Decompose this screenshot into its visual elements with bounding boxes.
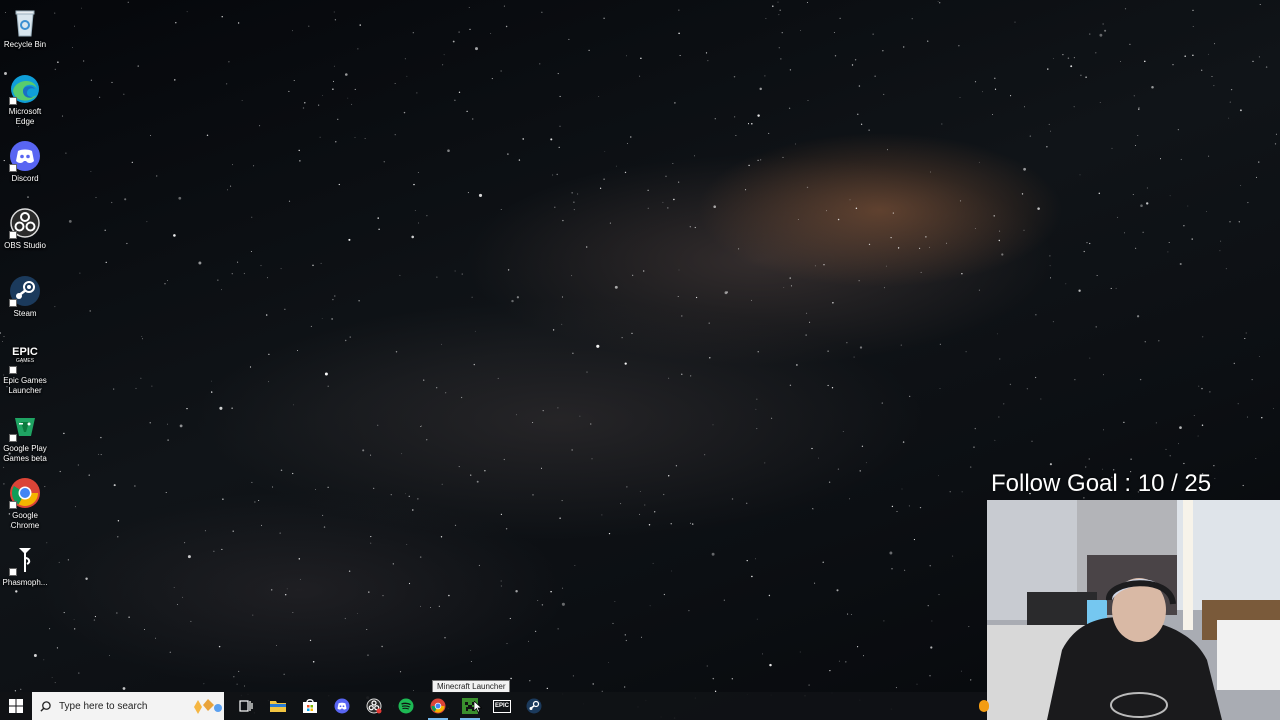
desktop-icon-edge[interactable]: Microsoft Edge	[0, 73, 50, 126]
desktop-icon-label: Epic Games Launcher	[3, 376, 47, 395]
mouse-cursor-icon	[474, 701, 482, 713]
taskbar-epic-games[interactable]: EPIC	[486, 692, 518, 720]
task-view-icon	[239, 700, 253, 712]
epic-games-glyph-text: EPIC	[12, 346, 38, 358]
taskbar-obs[interactable]	[358, 692, 390, 720]
desktop-icon-label: Steam	[13, 309, 37, 318]
windows-logo-icon	[9, 699, 23, 713]
taskbar-spotify[interactable]	[390, 692, 422, 720]
discord-icon	[334, 698, 350, 714]
desktop-icon-phasmophobia[interactable]: Phasmoph...	[0, 544, 50, 588]
chrome-icon	[430, 698, 446, 714]
desktop-icon-label: Google Chrome	[10, 511, 40, 530]
desktop-icon-chrome[interactable]: Google Chrome	[0, 477, 50, 530]
webcam-feed	[987, 500, 1280, 720]
desktop-icon-google-play-games[interactable]: Google Play Games beta	[0, 410, 50, 463]
taskbar-chrome[interactable]	[422, 692, 454, 720]
folder-icon	[270, 701, 286, 712]
taskbar-discord[interactable]	[326, 692, 358, 720]
steam-icon	[9, 275, 41, 307]
taskbar-search-box[interactable]: Type here to search	[32, 692, 224, 720]
desktop-icon-label: OBS Studio	[4, 241, 46, 250]
google-play-games-icon	[9, 410, 41, 442]
desktop-icon-label: Discord	[11, 174, 39, 183]
edge-icon	[9, 73, 41, 105]
search-highlight-icon	[194, 699, 222, 714]
follow-goal-overlay: Follow Goal : 10 / 25	[991, 470, 1212, 497]
epic-games-glyph-sub: GAMES	[15, 358, 35, 364]
taskbar-microsoft-store[interactable]	[294, 692, 326, 720]
desktop-icon-label: Google Play Games beta	[3, 444, 47, 463]
spotify-icon	[398, 698, 414, 714]
search-placeholder: Type here to search	[59, 700, 148, 712]
taskbar-task-view[interactable]	[230, 692, 262, 720]
desktop-icon-discord[interactable]: Discord	[0, 140, 50, 184]
desktop-icon-label: Phasmoph...	[2, 578, 48, 587]
chrome-icon	[9, 477, 41, 509]
epic-games-icon: EPIC	[492, 699, 511, 713]
tray-notification-icon[interactable]	[979, 700, 989, 712]
desktop-icon-label: Microsoft Edge	[8, 107, 42, 126]
taskbar-steam[interactable]	[518, 692, 550, 720]
search-icon	[40, 700, 51, 712]
discord-icon	[9, 140, 41, 172]
obs-icon	[366, 698, 382, 714]
epic-games-icon: EPIC GAMES	[9, 342, 41, 374]
taskbar: Type here to search EPIC	[0, 692, 987, 720]
desktop[interactable]: Recycle Bin Microsoft Edge Discord OBS S…	[0, 0, 1280, 720]
phasmophobia-icon	[9, 544, 41, 576]
store-icon	[303, 699, 317, 713]
desktop-icon-recycle-bin[interactable]: Recycle Bin	[0, 6, 50, 50]
recycle-bin-icon	[9, 6, 41, 38]
taskbar-minecraft-launcher[interactable]	[454, 692, 486, 720]
steam-icon	[526, 698, 542, 714]
desktop-icon-steam[interactable]: Steam	[0, 275, 50, 319]
desktop-icon-obs[interactable]: OBS Studio	[0, 207, 50, 251]
obs-icon	[9, 207, 41, 239]
start-button[interactable]	[0, 692, 32, 720]
desktop-icon-label: Recycle Bin	[3, 40, 47, 49]
desktop-icon-epic-games[interactable]: EPIC GAMES Epic Games Launcher	[0, 342, 50, 395]
taskbar-file-explorer[interactable]	[262, 692, 294, 720]
